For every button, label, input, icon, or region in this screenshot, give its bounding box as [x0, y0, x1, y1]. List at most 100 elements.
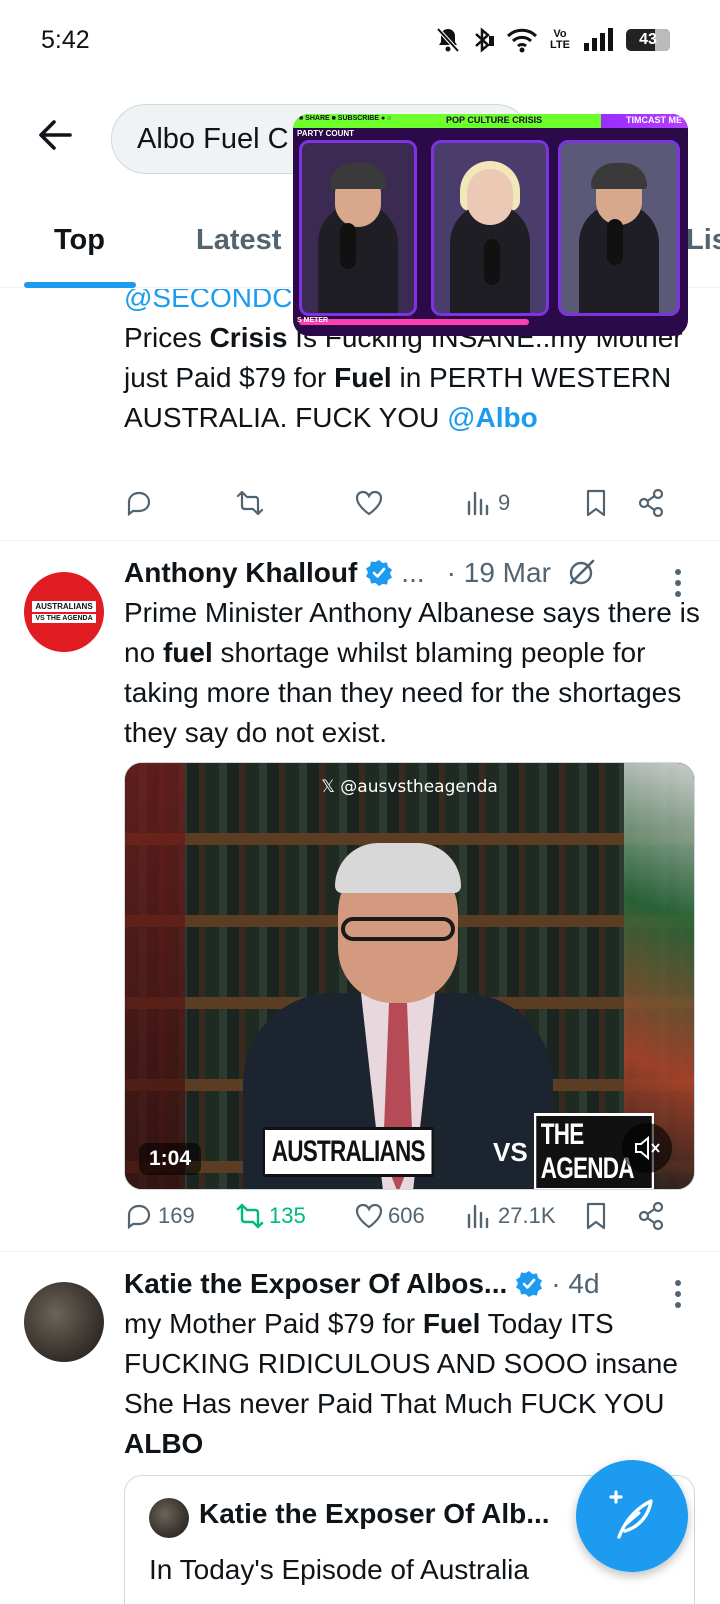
retweet-button[interactable]: 135: [235, 1196, 306, 1236]
share-button[interactable]: [636, 1196, 666, 1236]
tweet-actions: 9: [124, 483, 686, 523]
mention-at: @: [447, 402, 476, 433]
text-segment: my Mother Paid $79 for: [124, 1308, 423, 1339]
pip-meter-label: S METER: [297, 317, 329, 324]
author-handle: ...: [401, 557, 425, 588]
avatar-logo-text: AUSTRALIANS: [32, 601, 96, 612]
mention-link[interactable]: @SECONDC: [124, 289, 292, 313]
avatar-logo-text: VS THE AGENDA: [32, 614, 96, 623]
retweet-count: 135: [269, 1203, 306, 1228]
bookmark-icon: [586, 1202, 606, 1230]
tweet-divider: [0, 540, 720, 541]
avatar[interactable]: [24, 1282, 104, 1362]
status-icons: Vo LTE 43: [436, 24, 670, 56]
tweet-text: my Mother Paid $79 for Fuel Today ITS FU…: [124, 1304, 704, 1464]
tab-top[interactable]: Top: [54, 224, 105, 257]
text-highlight: Crisis: [209, 322, 288, 353]
reply-count: 169: [158, 1203, 195, 1228]
mention-name: Albo: [475, 402, 538, 433]
mute-button[interactable]: [622, 1123, 672, 1173]
text-highlight: Fuel: [334, 362, 392, 393]
pip-show-title: POP CULTURE CRISIS: [446, 115, 543, 125]
text-highlight: fuel: [162, 637, 213, 668]
bookmark-button[interactable]: [581, 1196, 611, 1236]
wifi-icon: [506, 28, 538, 53]
compose-feather-icon: [609, 1490, 653, 1539]
retweet-icon: [236, 490, 264, 516]
video-player[interactable]: 𝕏 @ausvstheagenda AUSTRALIANS VS THE AGE…: [124, 762, 695, 1190]
pip-meter: [299, 319, 529, 325]
tweet-actions: 169 135 606 27.1K: [124, 1196, 686, 1236]
bluetooth-icon: [475, 27, 495, 53]
video-duration: 1:04: [139, 1143, 202, 1175]
verified-badge-icon: [366, 560, 393, 586]
views-icon: [467, 1204, 489, 1229]
back-arrow-icon[interactable]: [34, 114, 76, 156]
tweet-time: · 4d: [551, 1268, 600, 1299]
logo-left: AUSTRALIANS: [262, 1127, 434, 1177]
active-tab-indicator: [24, 282, 136, 288]
like-button[interactable]: [354, 483, 388, 523]
tweet-time: · 19 Mar: [446, 557, 551, 588]
views-button[interactable]: 9: [464, 483, 510, 523]
grok-icon[interactable]: [565, 557, 597, 589]
compose-post-button[interactable]: [576, 1460, 688, 1572]
tweet-divider: [0, 1251, 720, 1252]
tweet-text: Prime Minister Anthony Albanese says the…: [124, 593, 704, 753]
bookmark-button[interactable]: [581, 483, 611, 523]
author-name[interactable]: Katie the Exposer Of Albos...: [124, 1268, 507, 1300]
tab-latest[interactable]: Latest: [196, 224, 281, 257]
video-watermark: 𝕏 @ausvstheagenda: [321, 777, 498, 797]
heart-icon: [355, 490, 383, 516]
views-button[interactable]: 27.1K: [464, 1196, 556, 1236]
like-count: 606: [388, 1203, 425, 1228]
logo-vs: VS: [493, 1136, 528, 1167]
heart-icon: [355, 1203, 383, 1229]
signal-icon: [584, 28, 613, 51]
status-bar: 5:42 Vo LTE 43: [0, 0, 720, 80]
avatar[interactable]: AUSTRALIANS VS THE AGENDA: [24, 572, 104, 652]
quote-author: Katie the Exposer Of Alb...: [199, 1498, 550, 1529]
text-highlight: Fuel: [422, 1308, 481, 1339]
battery-level: 43: [639, 31, 657, 48]
reply-button[interactable]: [124, 483, 158, 523]
like-button[interactable]: 606: [354, 1196, 425, 1236]
tweet-header: Katie the Exposer Of Albos... · 4d: [124, 1264, 704, 1304]
quote-avatar: [149, 1498, 189, 1538]
pip-host-panel: [558, 140, 680, 316]
pip-host-panel: [299, 140, 417, 316]
views-count: 27.1K: [498, 1203, 556, 1228]
tab-lists[interactable]: Lis: [686, 224, 720, 257]
bell-muted-icon: [436, 27, 460, 53]
author-name[interactable]: Anthony Khallouf: [124, 557, 357, 589]
share-button[interactable]: [636, 483, 666, 523]
status-time: 5:42: [41, 26, 90, 54]
text-segment: Prices: [124, 322, 210, 353]
pip-party-label: PARTY COUNT: [297, 129, 355, 138]
pip-video-overlay[interactable]: ■ SHARE ■ SUBSCRIBE ● ○ POP CULTURE CRIS…: [293, 114, 688, 336]
quote-text: In Today's Episode of Australia: [149, 1554, 529, 1585]
video-flag: [125, 763, 185, 1189]
text-highlight: ALBO: [124, 1428, 204, 1459]
pip-channel: TIMCAST ME: [626, 115, 682, 125]
views-icon: [467, 491, 489, 516]
pip-host-panel: [431, 140, 549, 316]
verified-badge-icon: [516, 1271, 543, 1297]
volume-muted-icon: [635, 1135, 660, 1161]
retweet-icon: [236, 1203, 264, 1229]
share-icon: [638, 488, 664, 518]
reply-icon: [127, 491, 151, 517]
battery-icon: 43: [626, 29, 670, 51]
volte-indicator: Vo LTE: [550, 28, 570, 51]
retweet-button[interactable]: [235, 483, 269, 523]
share-icon: [638, 1201, 664, 1231]
views-count: 9: [498, 490, 511, 515]
reply-button[interactable]: 169: [124, 1196, 195, 1236]
pip-topbar: ■ SHARE ■ SUBSCRIBE ● ○ POP CULTURE CRIS…: [293, 114, 688, 128]
bookmark-icon: [586, 489, 606, 517]
pip-subscribe-label: ■ SHARE ■ SUBSCRIBE ● ○: [299, 115, 392, 122]
mention-link[interactable]: @Albo: [447, 402, 538, 433]
search-results-feed[interactable]: @SECONDC Prices Crisis Is Fucking INSANE…: [0, 289, 720, 1604]
tweet-header: Anthony Khallouf ... · 19 Mar: [124, 553, 704, 593]
reply-icon: [127, 1204, 151, 1230]
